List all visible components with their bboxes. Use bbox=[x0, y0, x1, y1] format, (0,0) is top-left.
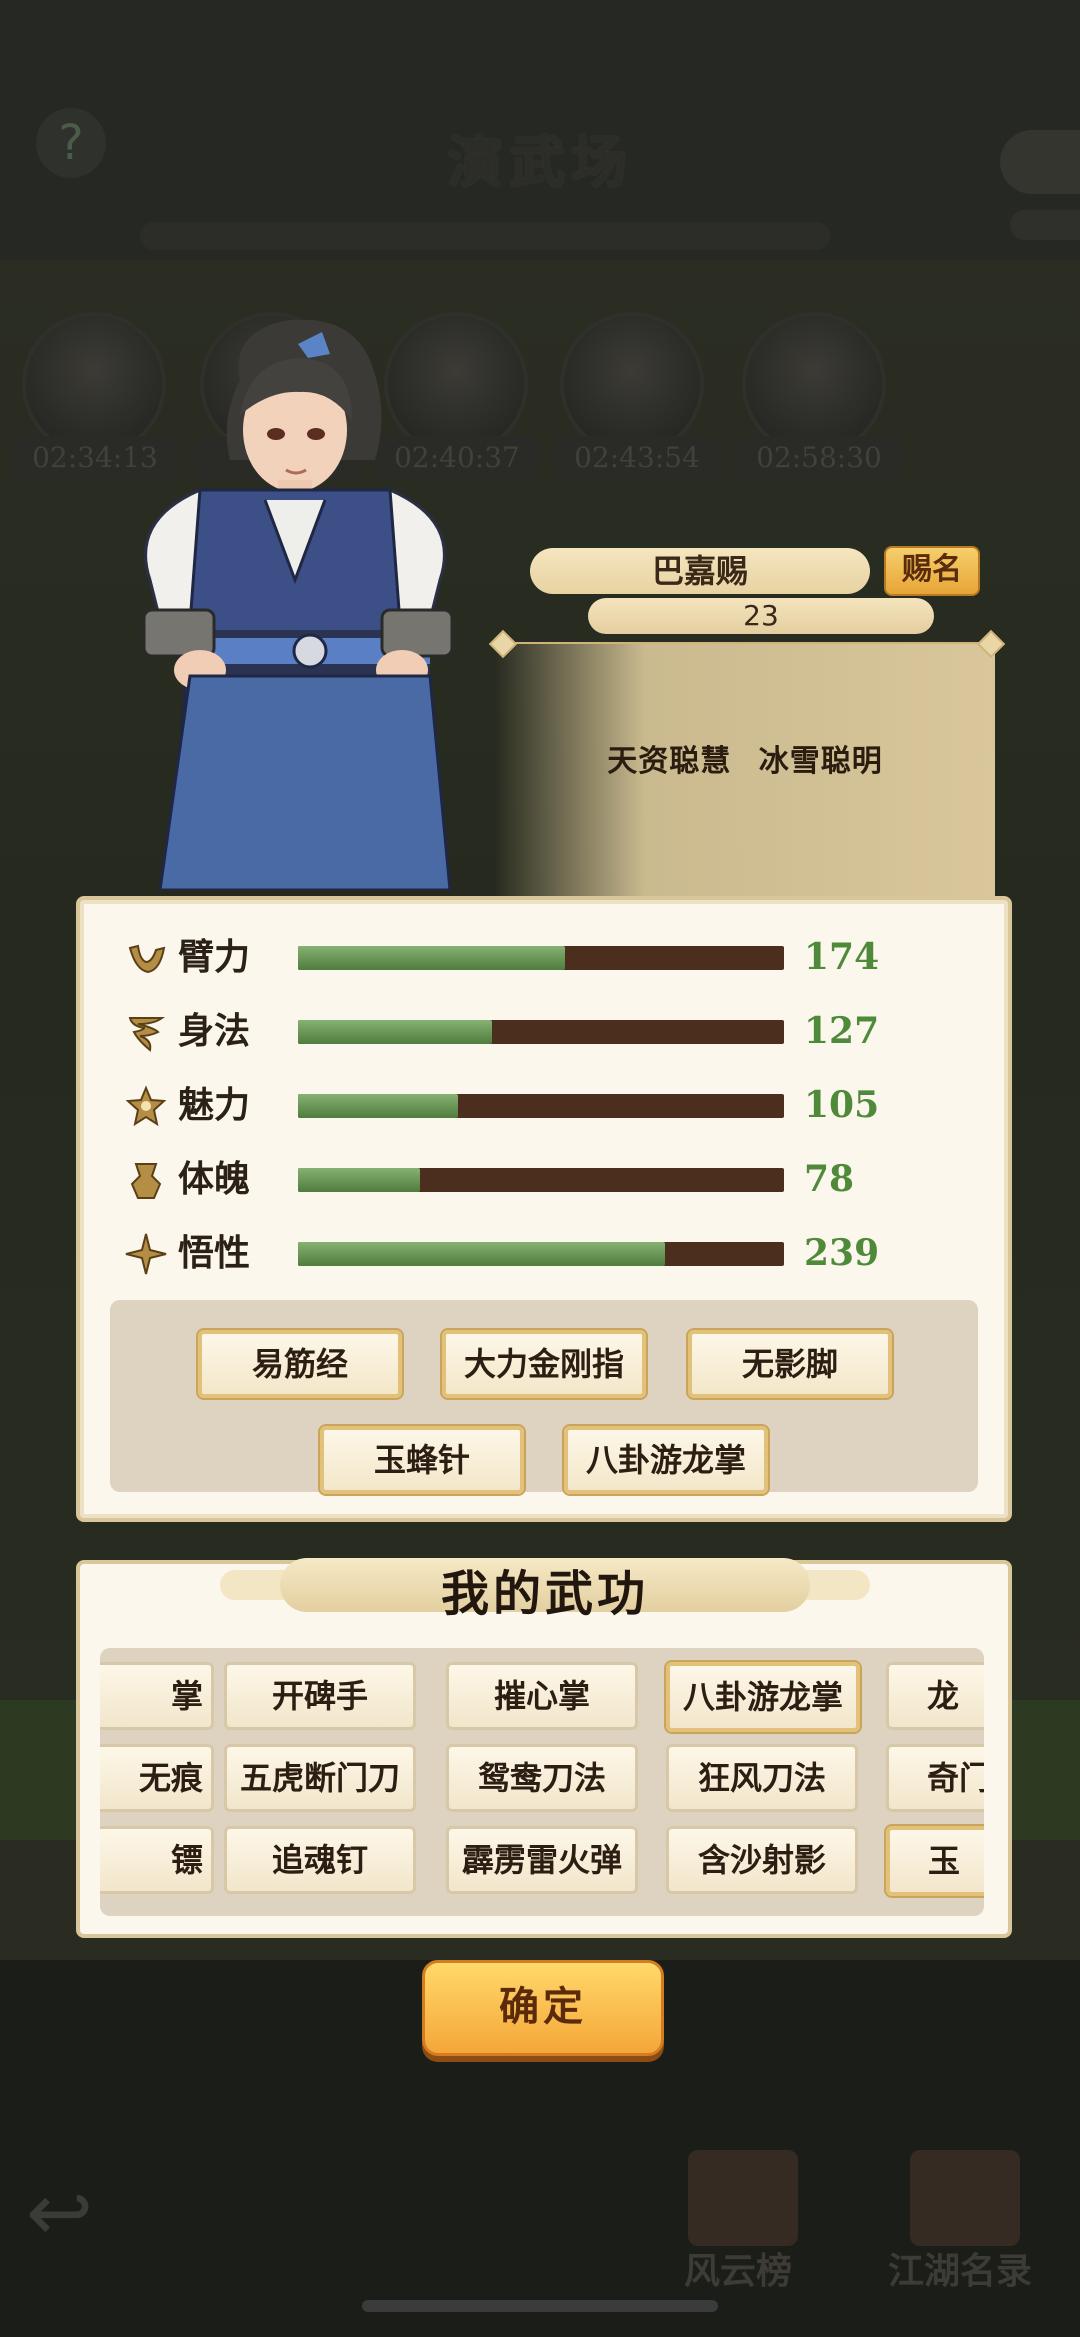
scroll-icon bbox=[688, 2150, 798, 2246]
subtitle-bar bbox=[140, 222, 830, 250]
stat-row-charm: 魅力 105 bbox=[124, 1078, 984, 1134]
rename-button[interactable]: 赐名 bbox=[884, 546, 980, 596]
stat-label: 魅力 bbox=[178, 1085, 251, 1126]
stat-value: 174 bbox=[804, 936, 880, 978]
kungfu-grid: 掌 开碑手 摧心掌 八卦游龙掌 龙 无痕 五虎断门刀 鸳鸯刀法 狂风刀法 奇门 … bbox=[100, 1648, 984, 1916]
stat-bar-fill bbox=[298, 1168, 420, 1192]
kungfu-item[interactable]: 镖 bbox=[100, 1826, 214, 1894]
traits-panel: 天资聪慧 冰雪聪明 bbox=[495, 642, 995, 904]
back-arrow-icon[interactable]: ↩ bbox=[26, 2173, 116, 2253]
roster-button[interactable]: 江湖名录 bbox=[870, 2150, 1050, 2300]
rank-label: 风云榜 bbox=[683, 2251, 792, 2292]
stat-value: 239 bbox=[804, 1232, 880, 1274]
kungfu-item[interactable]: 掌 bbox=[100, 1662, 214, 1730]
learned-skills-box: 易筋经 大力金刚指 无影脚 玉蜂针 八卦游龙掌 bbox=[110, 1300, 978, 1494]
book-icon bbox=[910, 2150, 1020, 2246]
stat-bar bbox=[298, 1020, 784, 1044]
stat-label: 臂力 bbox=[178, 937, 251, 978]
kungfu-item[interactable]: 含沙射影 bbox=[666, 1826, 858, 1894]
character-portrait bbox=[142, 320, 454, 890]
kungfu-item[interactable]: 五虎断门刀 bbox=[224, 1744, 416, 1812]
top-right-button[interactable] bbox=[1000, 130, 1080, 194]
kungfu-item[interactable]: 无痕 bbox=[100, 1744, 214, 1812]
trait-tag: 冰雪聪明 bbox=[758, 744, 883, 779]
my-kungfu-header: 我的武功 bbox=[220, 1550, 870, 1622]
kungfu-item[interactable]: 鸳鸯刀法 bbox=[446, 1744, 638, 1812]
character-age: 23 bbox=[588, 598, 934, 634]
stat-row-insight: 悟性 239 bbox=[124, 1226, 984, 1282]
body-icon bbox=[130, 1163, 162, 1199]
stat-row-agility: 身法 127 bbox=[124, 1004, 984, 1060]
kungfu-item[interactable]: 龙 bbox=[886, 1662, 984, 1730]
trait-tag: 天资聪慧 bbox=[607, 744, 732, 779]
star-flower-icon bbox=[125, 1085, 167, 1127]
skill-button[interactable]: 无影脚 bbox=[688, 1330, 892, 1398]
top-right-decoration bbox=[1010, 210, 1080, 240]
arm-icon bbox=[128, 944, 166, 974]
stat-label: 身法 bbox=[178, 1011, 251, 1052]
stat-bar bbox=[298, 1242, 784, 1266]
queue-timer: 02:43:54 bbox=[554, 436, 720, 480]
stat-value: 127 bbox=[804, 1010, 880, 1052]
roster-label: 江湖名录 bbox=[887, 2251, 1032, 2292]
stat-value: 105 bbox=[804, 1084, 880, 1126]
stat-bar-fill bbox=[298, 946, 566, 970]
insight-star-icon bbox=[125, 1233, 167, 1275]
skill-button[interactable]: 易筋经 bbox=[198, 1330, 402, 1398]
skill-button[interactable]: 八卦游龙掌 bbox=[564, 1426, 768, 1494]
stat-bar-fill bbox=[298, 1242, 665, 1266]
my-kungfu-title: 我的武功 bbox=[440, 1566, 649, 1622]
skill-button[interactable]: 大力金刚指 bbox=[442, 1330, 646, 1398]
stat-bar-fill bbox=[298, 1020, 493, 1044]
rank-button[interactable]: 风云榜 bbox=[648, 2150, 828, 2300]
stat-bar bbox=[298, 946, 784, 970]
kungfu-item[interactable]: 追魂钉 bbox=[224, 1826, 416, 1894]
home-indicator[interactable] bbox=[362, 2300, 718, 2312]
stat-bar-fill bbox=[298, 1094, 459, 1118]
stat-bar bbox=[298, 1094, 784, 1118]
stat-row-strength: 臂力 174 bbox=[124, 930, 984, 986]
kungfu-item[interactable]: 开碑手 bbox=[224, 1662, 416, 1730]
queue-avatar[interactable] bbox=[742, 312, 886, 456]
kungfu-item[interactable]: 奇门 bbox=[886, 1744, 984, 1812]
queue-timer: 02:58:30 bbox=[736, 436, 902, 480]
skill-button[interactable]: 玉蜂针 bbox=[320, 1426, 524, 1494]
stat-value: 78 bbox=[804, 1158, 855, 1200]
whirlwind-icon bbox=[128, 1017, 166, 1052]
stat-label: 悟性 bbox=[178, 1233, 251, 1274]
confirm-button[interactable]: 确定 bbox=[422, 1960, 664, 2056]
kungfu-item[interactable]: 摧心掌 bbox=[446, 1662, 638, 1730]
queue-avatar[interactable] bbox=[560, 312, 704, 456]
traits-line: 天资聪慧 冰雪聪明 bbox=[495, 736, 995, 780]
stat-bar bbox=[298, 1168, 784, 1192]
stat-row-physique: 体魄 78 bbox=[124, 1152, 984, 1208]
kungfu-item[interactable]: 狂风刀法 bbox=[666, 1744, 858, 1812]
kungfu-item[interactable]: 霹雳雷火弹 bbox=[446, 1826, 638, 1894]
my-kungfu-card: 我的武功 掌 开碑手 摧心掌 八卦游龙掌 龙 无痕 五虎断门刀 鸳鸯刀法 狂风刀… bbox=[76, 1558, 1012, 1938]
attributes-card: 臂力 174 身法 127 魅力 105 体魄 78 悟性 239 易筋经 大力… bbox=[76, 896, 1012, 1522]
kungfu-item[interactable]: 玉 bbox=[886, 1826, 984, 1896]
kungfu-item-selected[interactable]: 八卦游龙掌 bbox=[666, 1662, 860, 1732]
page-title: 演武场 bbox=[447, 131, 633, 196]
stat-label: 体魄 bbox=[178, 1159, 251, 1200]
character-name: 巴嘉赐 bbox=[530, 548, 870, 594]
